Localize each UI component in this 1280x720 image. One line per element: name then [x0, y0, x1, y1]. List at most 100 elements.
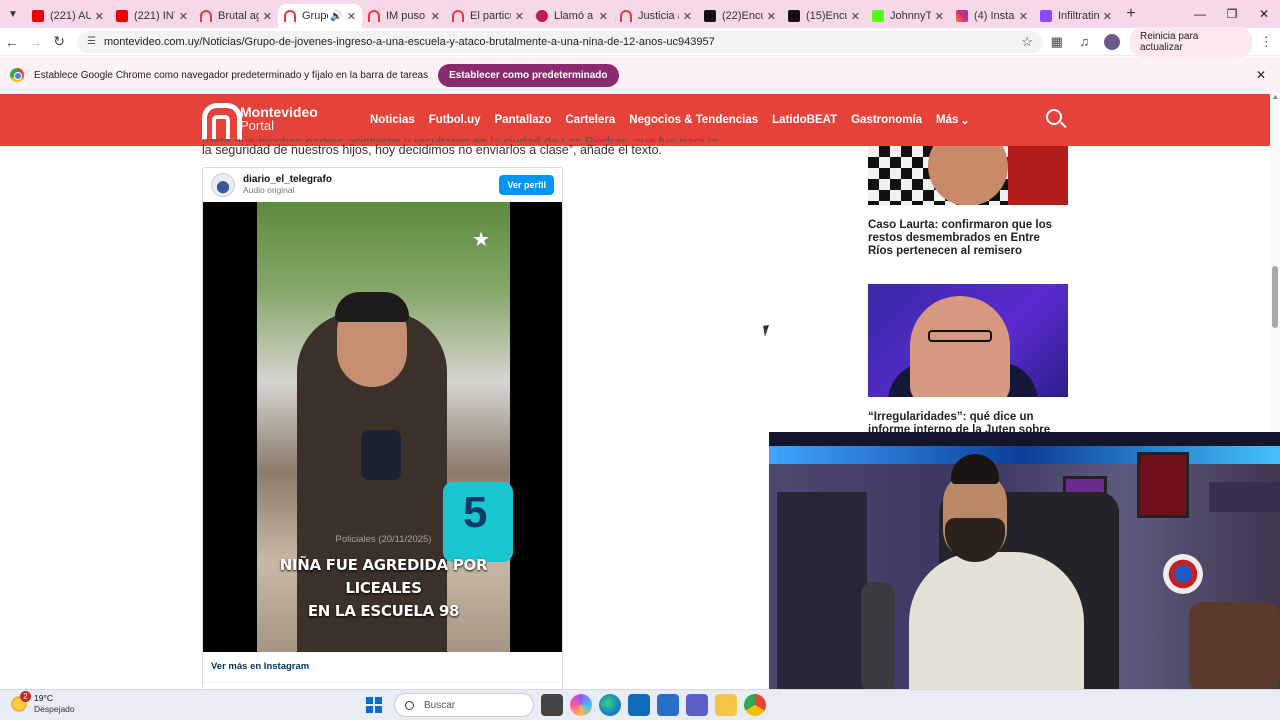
- speaker-icon[interactable]: 🔊: [330, 11, 342, 22]
- tab-title: Brutal agre: [218, 10, 259, 22]
- close-tab-icon[interactable]: ✕: [431, 10, 440, 23]
- tab[interactable]: Llamó a la ✕: [530, 4, 614, 28]
- video-caption-line1: NIÑA FUE AGREDIDA POR LICEALES: [279, 556, 488, 597]
- bookmark-star-icon[interactable]: ☆: [1021, 34, 1033, 50]
- tab[interactable]: (4) Instagr ✕: [950, 4, 1034, 28]
- close-tab-icon[interactable]: ✕: [1019, 10, 1028, 23]
- story1-image[interactable]: [868, 146, 1068, 205]
- task-view-icon[interactable]: [541, 694, 563, 716]
- notification-badge: 2: [20, 691, 31, 702]
- taskbar-apps: Buscar: [366, 693, 766, 717]
- weather-condition: Despejado: [34, 704, 75, 714]
- edge-icon[interactable]: [599, 694, 621, 716]
- tab-title: JohnnyTec: [890, 10, 931, 22]
- windows-start-icon[interactable]: [366, 697, 382, 713]
- reload-icon[interactable]: ↻: [47, 33, 71, 50]
- nav-item[interactable]: Futbol.uy: [429, 114, 481, 126]
- close-tab-icon[interactable]: ✕: [683, 10, 692, 23]
- copilot-icon[interactable]: [570, 694, 592, 716]
- nav-item[interactable]: Noticias: [370, 114, 415, 126]
- weather-temperature: 19°C: [34, 693, 53, 703]
- tiktok-icon: [704, 10, 716, 22]
- restore-icon[interactable]: ❐: [1216, 0, 1248, 28]
- site-logo[interactable]: Montevideo Portal: [202, 103, 318, 140]
- search-icon[interactable]: [1046, 109, 1062, 125]
- forward-icon[interactable]: →: [24, 34, 48, 50]
- tab[interactable]: Brutal agre ✕: [194, 4, 278, 28]
- media-controls-icon[interactable]: ♫: [1071, 34, 1099, 49]
- view-more-instagram-link[interactable]: Ver más en Instagram: [211, 661, 309, 672]
- nav-item[interactable]: Pantallazo: [495, 114, 552, 126]
- profile-avatar[interactable]: [1104, 33, 1120, 50]
- taskbar-search-input[interactable]: Buscar: [394, 693, 534, 717]
- close-tab-icon[interactable]: ✕: [95, 10, 104, 23]
- montevideo-icon: [368, 10, 380, 22]
- nav-item[interactable]: Gastronomía: [851, 114, 922, 126]
- montevideo-logo-icon: [202, 103, 242, 140]
- youtube-icon: [116, 10, 128, 22]
- tab[interactable]: Grupo🔊 ✕: [278, 4, 362, 28]
- close-tab-icon[interactable]: ✕: [935, 10, 944, 23]
- chrome-logo-icon: [10, 68, 24, 82]
- close-tab-icon[interactable]: ✕: [851, 10, 860, 23]
- close-tab-icon[interactable]: ✕: [599, 10, 608, 23]
- tab-title: Justicia arg: [638, 10, 679, 22]
- story1-title[interactable]: Caso Laurta: confirmaron que los restos …: [868, 219, 1068, 258]
- instagram-username[interactable]: diario_el_telegrafo: [243, 174, 332, 185]
- weather-widget[interactable]: 2 19°C Despejado: [10, 691, 75, 715]
- close-tab-icon[interactable]: ✕: [347, 10, 356, 23]
- view-profile-button[interactable]: Ver perfil: [499, 175, 554, 195]
- scrollbar-thumb[interactable]: [1272, 266, 1278, 328]
- tab[interactable]: (15)Encuer ✕: [782, 4, 866, 28]
- close-tab-icon[interactable]: ✕: [263, 10, 272, 23]
- update-button[interactable]: Reinicia para actualizar: [1129, 26, 1253, 57]
- store-icon[interactable]: [657, 694, 679, 716]
- file-explorer-icon[interactable]: [715, 694, 737, 716]
- article-line-partial: parte que muchos padres asistieron y res…: [202, 135, 718, 142]
- instagram-audio[interactable]: Audio original: [243, 185, 332, 196]
- video-person-hair: [335, 292, 409, 322]
- tab[interactable]: (221) INTE ✕: [110, 4, 194, 28]
- video-meta: Policiales (20/11/2025): [335, 534, 432, 545]
- scroll-up-icon[interactable]: ▲: [1272, 94, 1279, 101]
- tab[interactable]: (221) AURA ✕: [26, 4, 110, 28]
- chrome-taskbar-icon[interactable]: [744, 694, 766, 716]
- close-tab-icon[interactable]: ✕: [767, 10, 776, 23]
- extensions-icon[interactable]: ▦: [1043, 34, 1071, 50]
- tab[interactable]: El particula ✕: [446, 4, 530, 28]
- address-bar[interactable]: ☰ montevideo.com.uy/Noticias/Grupo-de-jo…: [76, 30, 1044, 53]
- tab[interactable]: JohnnyTec ✕: [866, 4, 950, 28]
- back-icon[interactable]: ←: [0, 34, 24, 50]
- nav-item[interactable]: LatidoBEAT: [772, 114, 837, 126]
- montevideo-icon: [200, 10, 212, 22]
- nav-item[interactable]: Cartelera: [565, 114, 615, 126]
- set-default-button[interactable]: Establecer como predeterminado: [438, 63, 619, 87]
- tab[interactable]: IM puso fo ✕: [362, 4, 446, 28]
- video-microphone: [361, 430, 401, 480]
- tab[interactable]: Infiltrating ✕: [1034, 4, 1118, 28]
- instagram-embed: diario_el_telegrafo Audio original Ver p…: [202, 167, 563, 692]
- outlook-icon[interactable]: [628, 694, 650, 716]
- instagram-video[interactable]: ★ Policiales (20/11/2025) NIÑA FUE AGRED…: [203, 202, 562, 652]
- nav-item[interactable]: Más: [936, 114, 958, 126]
- menu-kebab-icon[interactable]: ⋮: [1252, 34, 1280, 50]
- story2-image[interactable]: [868, 284, 1068, 397]
- new-tab-button[interactable]: +: [1118, 5, 1144, 23]
- tab[interactable]: (22)Encuer ✕: [698, 4, 782, 28]
- tab-title: (22)Encuer: [722, 10, 763, 22]
- minimize-icon[interactable]: —: [1184, 0, 1216, 28]
- close-infobar-icon[interactable]: ✕: [1256, 68, 1266, 82]
- chevron-down-icon[interactable]: ⌄: [960, 114, 969, 127]
- tab-search-button[interactable]: ▼: [0, 0, 26, 28]
- tab-title: Grupo: [302, 10, 328, 22]
- close-tab-icon[interactable]: ✕: [515, 10, 524, 23]
- close-tab-icon[interactable]: ✕: [179, 10, 188, 23]
- instagram-avatar[interactable]: [211, 173, 235, 197]
- teams-icon[interactable]: [686, 694, 708, 716]
- nav-item[interactable]: Negocios & Tendencias: [629, 114, 758, 126]
- close-window-icon[interactable]: ✕: [1248, 0, 1280, 28]
- captain-shield-icon: [1163, 554, 1203, 594]
- tab[interactable]: Justicia arg ✕: [614, 4, 698, 28]
- site-info-icon[interactable]: ☰: [87, 36, 96, 47]
- close-tab-icon[interactable]: ✕: [1103, 10, 1112, 23]
